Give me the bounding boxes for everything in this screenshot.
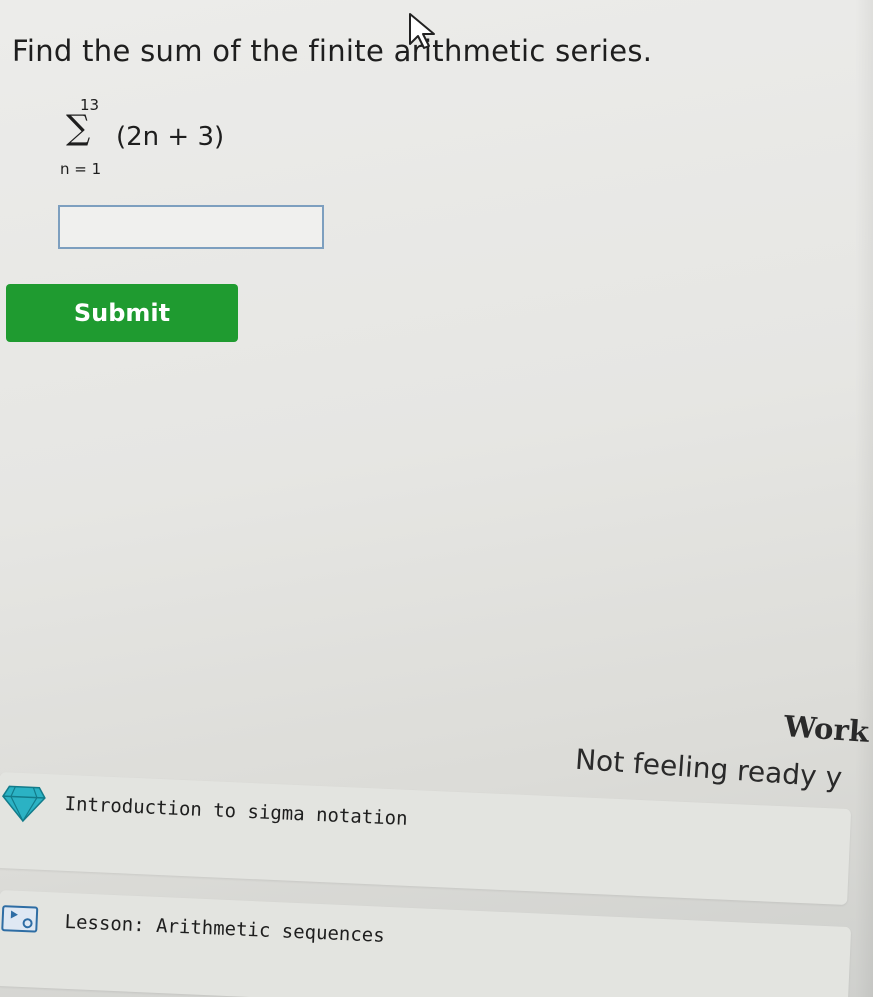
submit-button[interactable]: Submit bbox=[6, 284, 238, 342]
summation-expression: 13 ∑ n = 1 (2n + 3) bbox=[58, 96, 258, 180]
screen-edge-shadow bbox=[855, 0, 873, 997]
summation-term: (2n + 3) bbox=[116, 122, 225, 152]
diamond-icon bbox=[2, 785, 46, 823]
lesson-icon bbox=[1, 905, 39, 933]
lesson-link-label: Lesson: Arithmetic sequences bbox=[64, 910, 386, 947]
practice-link-sigma-notation[interactable]: Introduction to sigma notation bbox=[0, 772, 852, 906]
summation-lower-limit: n = 1 bbox=[60, 160, 102, 178]
sigma-symbol: ∑ bbox=[66, 108, 91, 148]
answer-input[interactable] bbox=[58, 205, 324, 249]
question-prompt: Find the sum of the finite arithmetic se… bbox=[12, 34, 653, 68]
practice-link-label: Introduction to sigma notation bbox=[64, 792, 408, 830]
not-ready-text: Not feeling ready y bbox=[574, 742, 844, 795]
mouse-cursor-icon bbox=[409, 13, 435, 49]
lesson-link-arithmetic-sequences[interactable]: Lesson: Arithmetic sequences bbox=[0, 890, 852, 997]
